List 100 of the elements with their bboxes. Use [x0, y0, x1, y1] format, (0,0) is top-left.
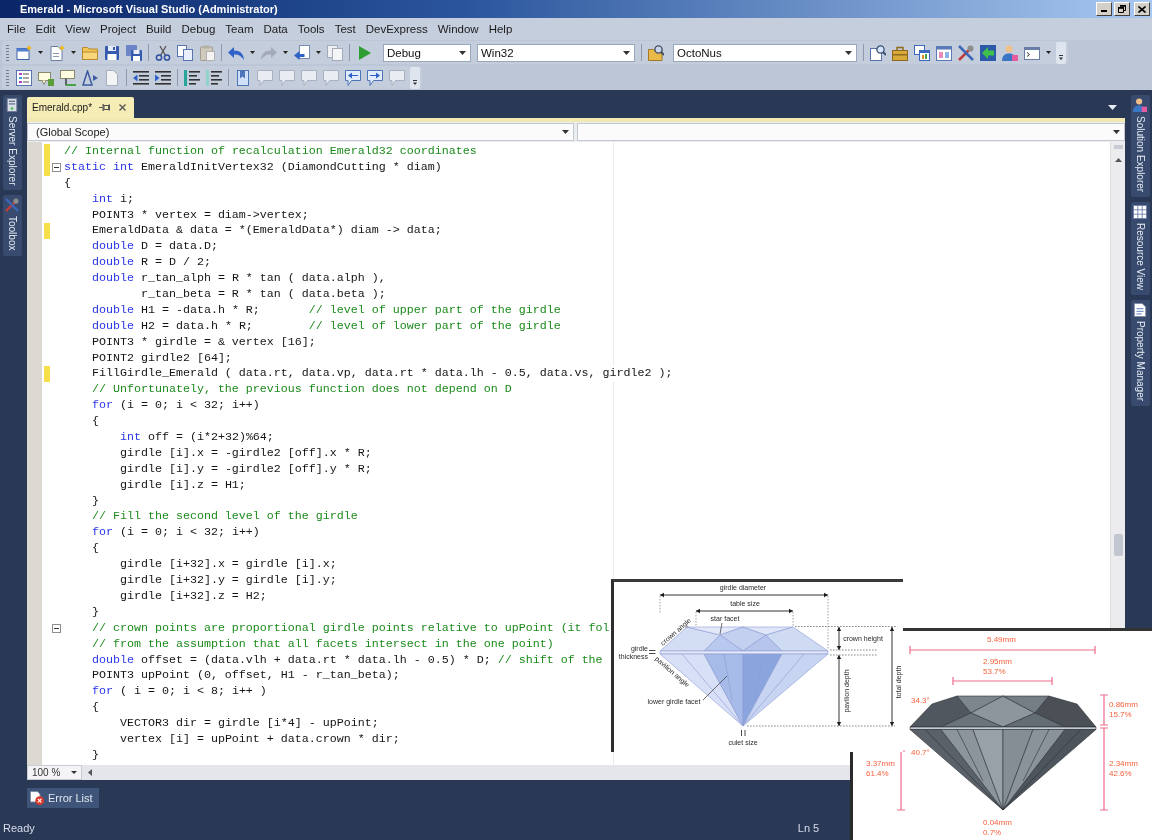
info-tooltip-icon[interactable] [60, 69, 76, 86]
window-search-icon[interactable] [870, 44, 886, 61]
toolbar-grip[interactable] [6, 44, 9, 61]
dimension-line [896, 750, 906, 811]
collapse-icon[interactable] [52, 624, 61, 634]
triangle-arrow-icon[interactable] [82, 69, 98, 86]
percent-label: 15.7% [1109, 710, 1132, 720]
platform-dropdown[interactable]: Win32 [477, 43, 635, 62]
clipboard-icon[interactable] [199, 44, 215, 61]
restore-button[interactable] [1114, 2, 1130, 16]
error-page-icon [30, 790, 44, 805]
measurement-label: 2.34mm [1109, 759, 1138, 769]
percent-label: 0.7% [983, 828, 1002, 838]
caret-icon[interactable] [562, 130, 569, 134]
pin-icon[interactable] [99, 103, 110, 112]
caret-icon[interactable] [1046, 51, 1051, 54]
caret-icon[interactable] [1108, 105, 1117, 110]
splitter-handle[interactable] [1113, 145, 1123, 149]
menu-item[interactable]: View [60, 21, 96, 37]
floppy-disks-icon[interactable] [126, 44, 142, 61]
menu-item[interactable]: Debug [176, 21, 221, 37]
toolbar-grip[interactable] [6, 69, 9, 86]
menu-item[interactable]: Build [140, 21, 177, 37]
menu-item[interactable]: DevExpress [360, 21, 433, 37]
caret-icon[interactable] [250, 51, 255, 54]
arrow-box-icon[interactable] [980, 44, 996, 61]
leader-line [719, 622, 723, 635]
tools-icon[interactable] [958, 44, 974, 61]
left-arrow-icon[interactable] [88, 769, 92, 776]
collapse-icon[interactable] [52, 163, 61, 173]
menu-item[interactable]: Team [220, 21, 259, 37]
line-number: Ln 5 [797, 821, 820, 834]
horizontal-scrollbar[interactable] [82, 765, 849, 780]
person-icon[interactable] [1002, 44, 1018, 61]
status-message: Ready [3, 821, 35, 834]
scrollbar-thumb[interactable] [1113, 534, 1123, 556]
menu-item[interactable]: File [2, 21, 31, 37]
menu-item[interactable]: Window [432, 21, 484, 37]
percent-label: 42.6% [1109, 769, 1132, 779]
caret-icon[interactable] [459, 50, 466, 55]
caret-icon[interactable] [283, 51, 288, 54]
undo-icon[interactable] [228, 44, 244, 61]
menu-item[interactable]: Data [258, 21, 293, 37]
indent-icon[interactable] [155, 69, 171, 86]
project-dropdown[interactable]: OctoNus [673, 43, 857, 62]
close-button[interactable] [1134, 2, 1150, 16]
menu-item[interactable]: Project [95, 21, 141, 37]
caret-icon[interactable] [71, 771, 77, 774]
bubble-arrow-icon[interactable] [367, 69, 383, 86]
caret-icon[interactable] [845, 50, 852, 55]
angle-label: 34.3° [911, 696, 930, 706]
navigate-backward-icon[interactable] [294, 44, 310, 61]
angle-label: 40.7° [911, 748, 930, 758]
caret-icon[interactable] [71, 51, 76, 54]
dock-tab[interactable]: Solution Explorer [1130, 95, 1150, 198]
dock-tab[interactable]: Toolbox [2, 195, 22, 256]
tooltip-icon[interactable] [38, 69, 54, 86]
member-list-icon[interactable] [16, 69, 32, 86]
page-lines-icon [1133, 303, 1147, 318]
caret-icon[interactable] [38, 51, 43, 54]
overflow-chevron-icon[interactable] [410, 66, 420, 89]
bubble-arrow-icon[interactable] [345, 69, 361, 86]
up-arrow-icon[interactable] [1114, 158, 1122, 162]
dock-tab[interactable]: Property Manager [1130, 300, 1150, 407]
scope-dropdown[interactable]: (Global Scope) [27, 123, 574, 141]
new-window-icon[interactable] [16, 44, 32, 61]
measurement-label: 0.86mm [1109, 700, 1138, 710]
caret-icon[interactable] [316, 51, 321, 54]
close-icon[interactable] [119, 104, 126, 111]
culet-size-mark [741, 729, 746, 737]
menu-item[interactable]: Tools [292, 21, 330, 37]
new-page-icon[interactable] [49, 44, 65, 61]
window-stack-icon[interactable] [914, 44, 930, 61]
window-grid-icon[interactable] [936, 44, 952, 61]
dock-tab[interactable]: Resource View [1130, 202, 1150, 296]
overflow-chevron-icon[interactable] [1056, 41, 1066, 64]
percent-label: 53.7% [983, 667, 1006, 677]
folder-search-icon[interactable] [648, 44, 664, 61]
menu-item[interactable]: Help [483, 21, 518, 37]
zoom-dropdown[interactable]: 100 % [27, 765, 82, 780]
caret-icon[interactable] [1113, 130, 1120, 134]
menu-item[interactable]: Edit [30, 21, 61, 37]
percent-label: 61.4% [866, 769, 889, 779]
comment-lines-icon[interactable] [184, 69, 200, 86]
copy-icon[interactable] [177, 44, 193, 61]
person-icon [1133, 98, 1147, 112]
bookmark-icon[interactable] [235, 69, 251, 86]
configuration-dropdown[interactable]: Debug [383, 43, 471, 62]
menu-item[interactable]: Test [329, 21, 361, 37]
dock-tab[interactable]: Server Explorer [2, 95, 22, 191]
console-window-icon[interactable] [1024, 44, 1040, 61]
minimize-button[interactable] [1096, 2, 1112, 16]
caret-icon[interactable] [623, 50, 630, 55]
uncomment-lines-icon[interactable] [206, 69, 222, 86]
outdent-icon[interactable] [133, 69, 149, 86]
toolbox-icon[interactable] [892, 44, 908, 61]
document-tab[interactable]: Emerald.cpp* [27, 97, 134, 118]
tool-window-tab[interactable]: Error List [27, 787, 99, 808]
grid-page-icon [1133, 205, 1147, 220]
scissors-icon[interactable] [155, 44, 171, 61]
